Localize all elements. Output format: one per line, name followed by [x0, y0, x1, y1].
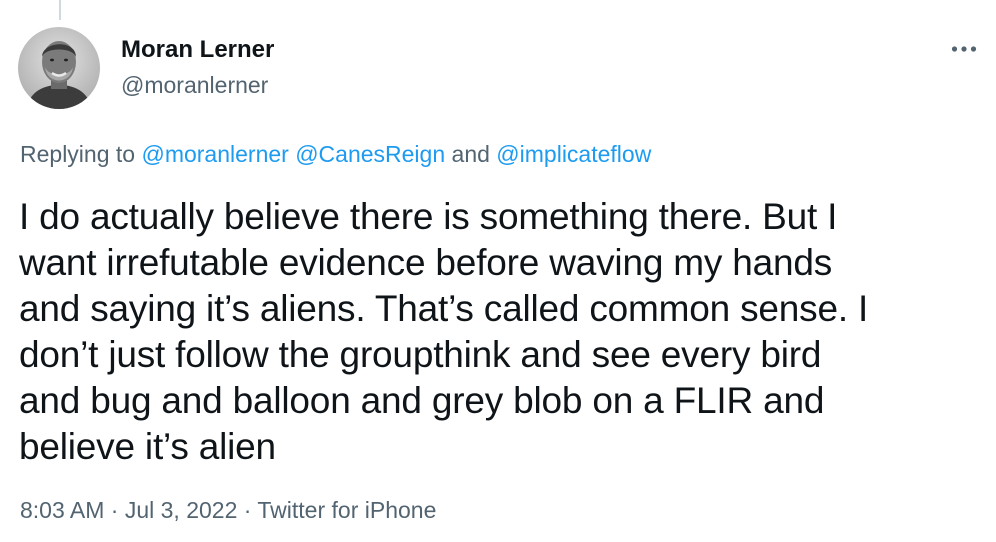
reply-mention-canesreign[interactable]: @CanesReign: [295, 141, 445, 167]
tweet-time: 8:03 AM: [20, 497, 105, 523]
tweet-metadata: 8:03 AM · Jul 3, 2022 · Twitter for iPho…: [20, 495, 436, 525]
more-options-button[interactable]: [944, 34, 984, 64]
avatar-photo-icon: [18, 27, 100, 109]
tweet-source: Twitter for iPhone: [257, 497, 437, 523]
reply-mention-implicateflow[interactable]: @implicateflow: [496, 141, 651, 167]
replying-to-line: Replying to @moranlerner @CanesReign and…: [20, 139, 651, 169]
reply-joiner: and: [445, 141, 497, 167]
author-display-name[interactable]: Moran Lerner: [121, 35, 274, 65]
tweet-text: I do actually believe there is something…: [19, 196, 869, 467]
author-handle[interactable]: @moranlerner: [121, 70, 268, 100]
avatar[interactable]: [18, 27, 100, 109]
replying-to-label: Replying to: [20, 141, 142, 167]
meta-separator: ·: [104, 497, 125, 523]
tweet-date: Jul 3, 2022: [124, 497, 238, 523]
tweet-timestamp-link[interactable]: 8:03 AM · Jul 3, 2022: [20, 497, 237, 523]
reply-mention-moranlerner[interactable]: @moranlerner: [141, 141, 288, 167]
thread-connector-line: [59, 0, 61, 20]
meta-separator: ·: [237, 497, 258, 523]
more-horizontal-icon: [951, 46, 977, 52]
